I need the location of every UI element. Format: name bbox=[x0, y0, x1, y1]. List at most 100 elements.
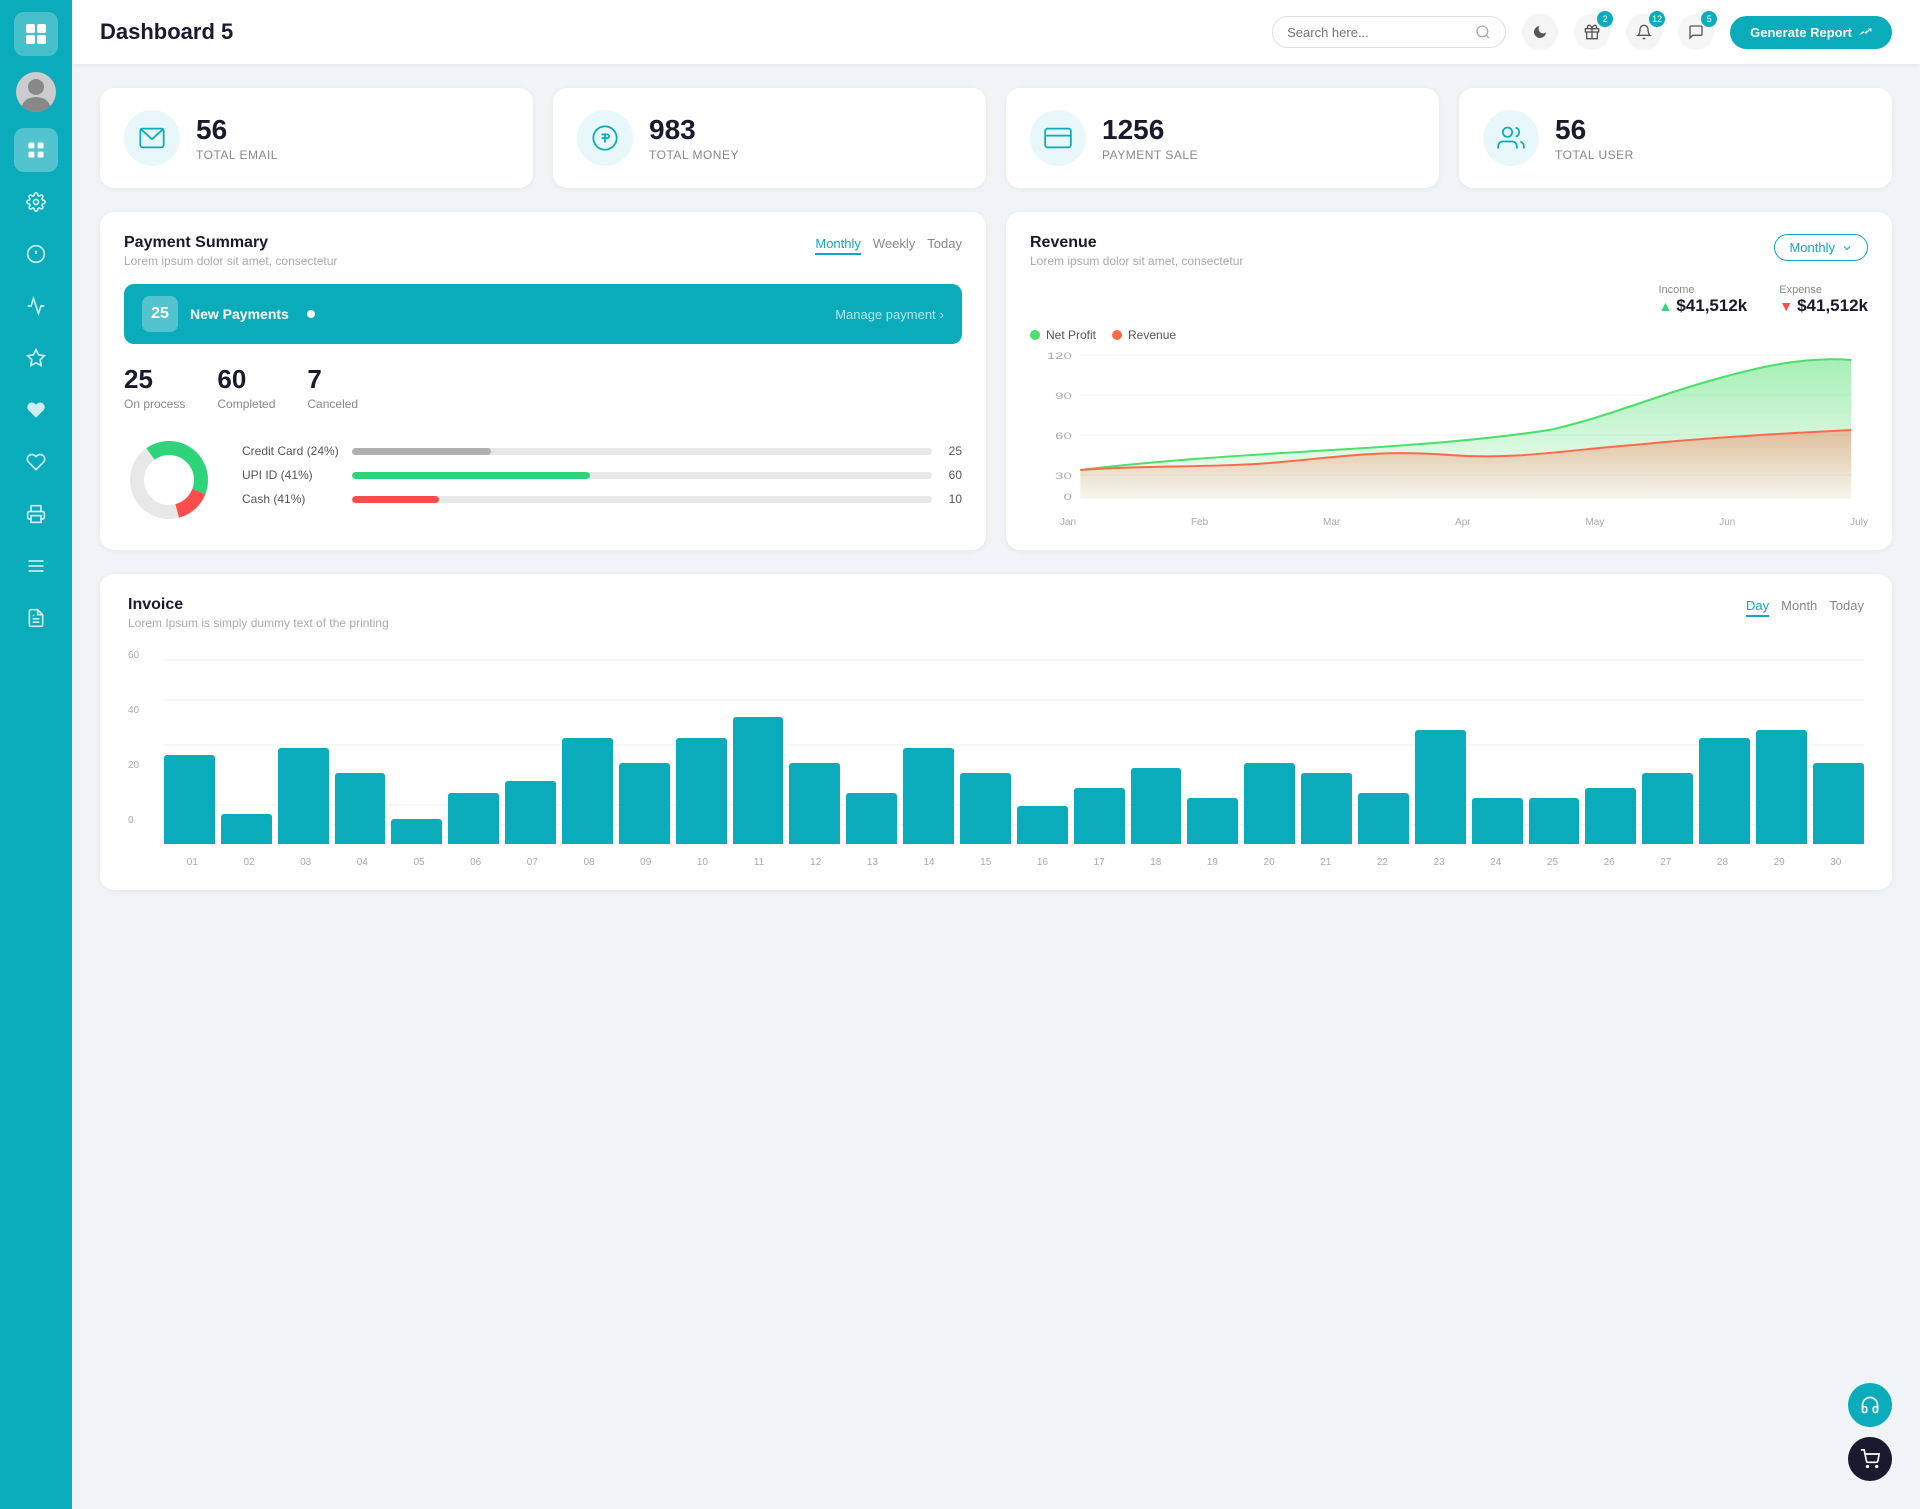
payment-bar-upi-fill bbox=[352, 472, 590, 479]
user-avatar[interactable] bbox=[16, 72, 56, 112]
bell-icon bbox=[1636, 24, 1652, 40]
sidebar-item-dashboard[interactable] bbox=[14, 128, 58, 172]
notifications-btn[interactable]: 12 bbox=[1626, 14, 1662, 50]
page-title: Dashboard 5 bbox=[100, 19, 233, 45]
invoice-bar-10 bbox=[676, 738, 727, 844]
payment-bar-cash-label: Cash (41%) bbox=[242, 492, 342, 506]
new-payments-count: 25 bbox=[142, 296, 178, 332]
svg-text:30: 30 bbox=[1055, 471, 1072, 481]
payment-bars: Credit Card (24%) 25 UPI ID (41%) 60 bbox=[242, 444, 962, 516]
chat-badge: 5 bbox=[1701, 11, 1717, 27]
revenue-title: Revenue bbox=[1030, 234, 1243, 252]
stat-label-user: TOTAL USER bbox=[1555, 148, 1634, 162]
search-icon bbox=[1475, 24, 1491, 40]
revenue-card: Revenue Lorem ipsum dolor sit amet, cons… bbox=[1006, 212, 1892, 550]
stat-completed-val: 60 bbox=[217, 364, 275, 395]
tab-monthly[interactable]: Monthly bbox=[815, 234, 861, 255]
revenue-header: Revenue Lorem ipsum dolor sit amet, cons… bbox=[1030, 234, 1868, 268]
donut-chart bbox=[124, 435, 214, 525]
support-float-btn[interactable] bbox=[1848, 1383, 1892, 1427]
gift-btn[interactable]: 2 bbox=[1574, 14, 1610, 50]
revenue-chart: 120 90 60 30 0 bbox=[1030, 350, 1868, 510]
svg-text:120: 120 bbox=[1047, 351, 1072, 361]
invoice-bar-15 bbox=[960, 773, 1011, 844]
sidebar-item-menu[interactable] bbox=[14, 544, 58, 588]
x-label-jun: Jun bbox=[1719, 517, 1735, 528]
theme-toggle-btn[interactable] bbox=[1522, 14, 1558, 50]
cart-float-btn[interactable] bbox=[1848, 1437, 1892, 1481]
stat-card-money: 983 TOTAL MONEY bbox=[553, 88, 986, 188]
payment-bar-upi-label: UPI ID (41%) bbox=[242, 468, 342, 482]
search-input[interactable] bbox=[1287, 25, 1467, 40]
stat-icon-email bbox=[124, 110, 180, 166]
x-label-apr: Apr bbox=[1455, 517, 1471, 528]
invoice-bar-23 bbox=[1415, 730, 1466, 844]
invoice-bar-20 bbox=[1244, 763, 1295, 844]
new-payments-dot bbox=[307, 310, 315, 318]
sidebar-item-favorites[interactable] bbox=[14, 336, 58, 380]
sidebar-item-heart[interactable] bbox=[14, 388, 58, 432]
tab-today[interactable]: Today bbox=[927, 234, 962, 255]
stat-value-payment: 1256 bbox=[1102, 114, 1198, 146]
expense-value: $41,512k bbox=[1797, 296, 1868, 316]
invoice-title: Invoice bbox=[128, 596, 389, 614]
invoice-header: Invoice Lorem Ipsum is simply dummy text… bbox=[128, 596, 1864, 630]
invoice-bar-29 bbox=[1756, 730, 1807, 844]
invoice-tab-month[interactable]: Month bbox=[1781, 596, 1817, 617]
payment-bar-cc-track bbox=[352, 448, 932, 455]
invoice-tab-day[interactable]: Day bbox=[1746, 596, 1769, 617]
invoice-bar-19 bbox=[1187, 798, 1238, 844]
revenue-monthly-dropdown[interactable]: Monthly bbox=[1774, 234, 1868, 261]
income-label: Income bbox=[1658, 284, 1747, 296]
sidebar bbox=[0, 0, 72, 1509]
tab-weekly[interactable]: Weekly bbox=[873, 234, 915, 255]
generate-report-button[interactable]: Generate Report bbox=[1730, 16, 1892, 49]
stat-info-payment: 1256 PAYMENT SALE bbox=[1102, 114, 1198, 162]
stat-card-email: 56 TOTAL EMAIL bbox=[100, 88, 533, 188]
messages-btn[interactable]: 5 bbox=[1678, 14, 1714, 50]
stat-card-payment: 1256 PAYMENT SALE bbox=[1006, 88, 1439, 188]
payment-bar-cc: Credit Card (24%) 25 bbox=[242, 444, 962, 458]
x-label-feb: Feb bbox=[1191, 517, 1208, 528]
expense-down-icon: ▼ bbox=[1779, 298, 1793, 314]
payment-summary-title-group: Payment Summary Lorem ipsum dolor sit am… bbox=[124, 234, 337, 268]
stat-icon-user bbox=[1483, 110, 1539, 166]
sidebar-item-settings[interactable] bbox=[14, 180, 58, 224]
sidebar-item-print[interactable] bbox=[14, 492, 58, 536]
invoice-bar-4 bbox=[335, 773, 386, 844]
x-label-mar: Mar bbox=[1323, 517, 1340, 528]
legend-revenue: Revenue bbox=[1112, 328, 1176, 342]
invoice-y-labels: 60 40 20 0 bbox=[128, 650, 139, 826]
chat-icon bbox=[1688, 24, 1704, 40]
stat-info-money: 983 TOTAL MONEY bbox=[649, 114, 739, 162]
stat-info-email: 56 TOTAL EMAIL bbox=[196, 114, 278, 162]
sidebar-item-analytics[interactable] bbox=[14, 284, 58, 328]
svg-text:60: 60 bbox=[1055, 431, 1072, 441]
manage-payment-link[interactable]: Manage payment › bbox=[835, 307, 944, 322]
payment-bar-cash-track bbox=[352, 496, 932, 503]
main-content: Dashboard 5 2 12 5 Generate Repo bbox=[72, 0, 1920, 1509]
invoice-bar-5 bbox=[391, 819, 442, 844]
stat-icon-money bbox=[577, 110, 633, 166]
sidebar-item-reports[interactable] bbox=[14, 596, 58, 640]
expense-label: Expense bbox=[1779, 284, 1868, 296]
payment-stats-row: 25 On process 60 Completed 7 Canceled bbox=[124, 364, 962, 411]
sidebar-item-info[interactable] bbox=[14, 232, 58, 276]
stat-completed-label: Completed bbox=[217, 397, 275, 411]
invoice-bar-25 bbox=[1529, 798, 1580, 844]
stat-canceled-val: 7 bbox=[307, 364, 358, 395]
invoice-bar-3 bbox=[278, 748, 329, 844]
invoice-bar-12 bbox=[789, 763, 840, 844]
invoice-bar-9 bbox=[619, 763, 670, 844]
sidebar-logo[interactable] bbox=[14, 12, 58, 56]
payment-bar-cash: Cash (41%) 10 bbox=[242, 492, 962, 506]
revenue-chart-container: 120 90 60 30 0 bbox=[1030, 350, 1868, 528]
gift-icon bbox=[1584, 24, 1600, 40]
invoice-bar-6 bbox=[448, 793, 499, 844]
invoice-tab-today[interactable]: Today bbox=[1829, 596, 1864, 617]
payment-bar-cash-fill bbox=[352, 496, 439, 503]
stat-card-user: 56 TOTAL USER bbox=[1459, 88, 1892, 188]
middle-row: Payment Summary Lorem ipsum dolor sit am… bbox=[100, 212, 1892, 550]
invoice-bar-21 bbox=[1301, 773, 1352, 844]
sidebar-item-heart2[interactable] bbox=[14, 440, 58, 484]
